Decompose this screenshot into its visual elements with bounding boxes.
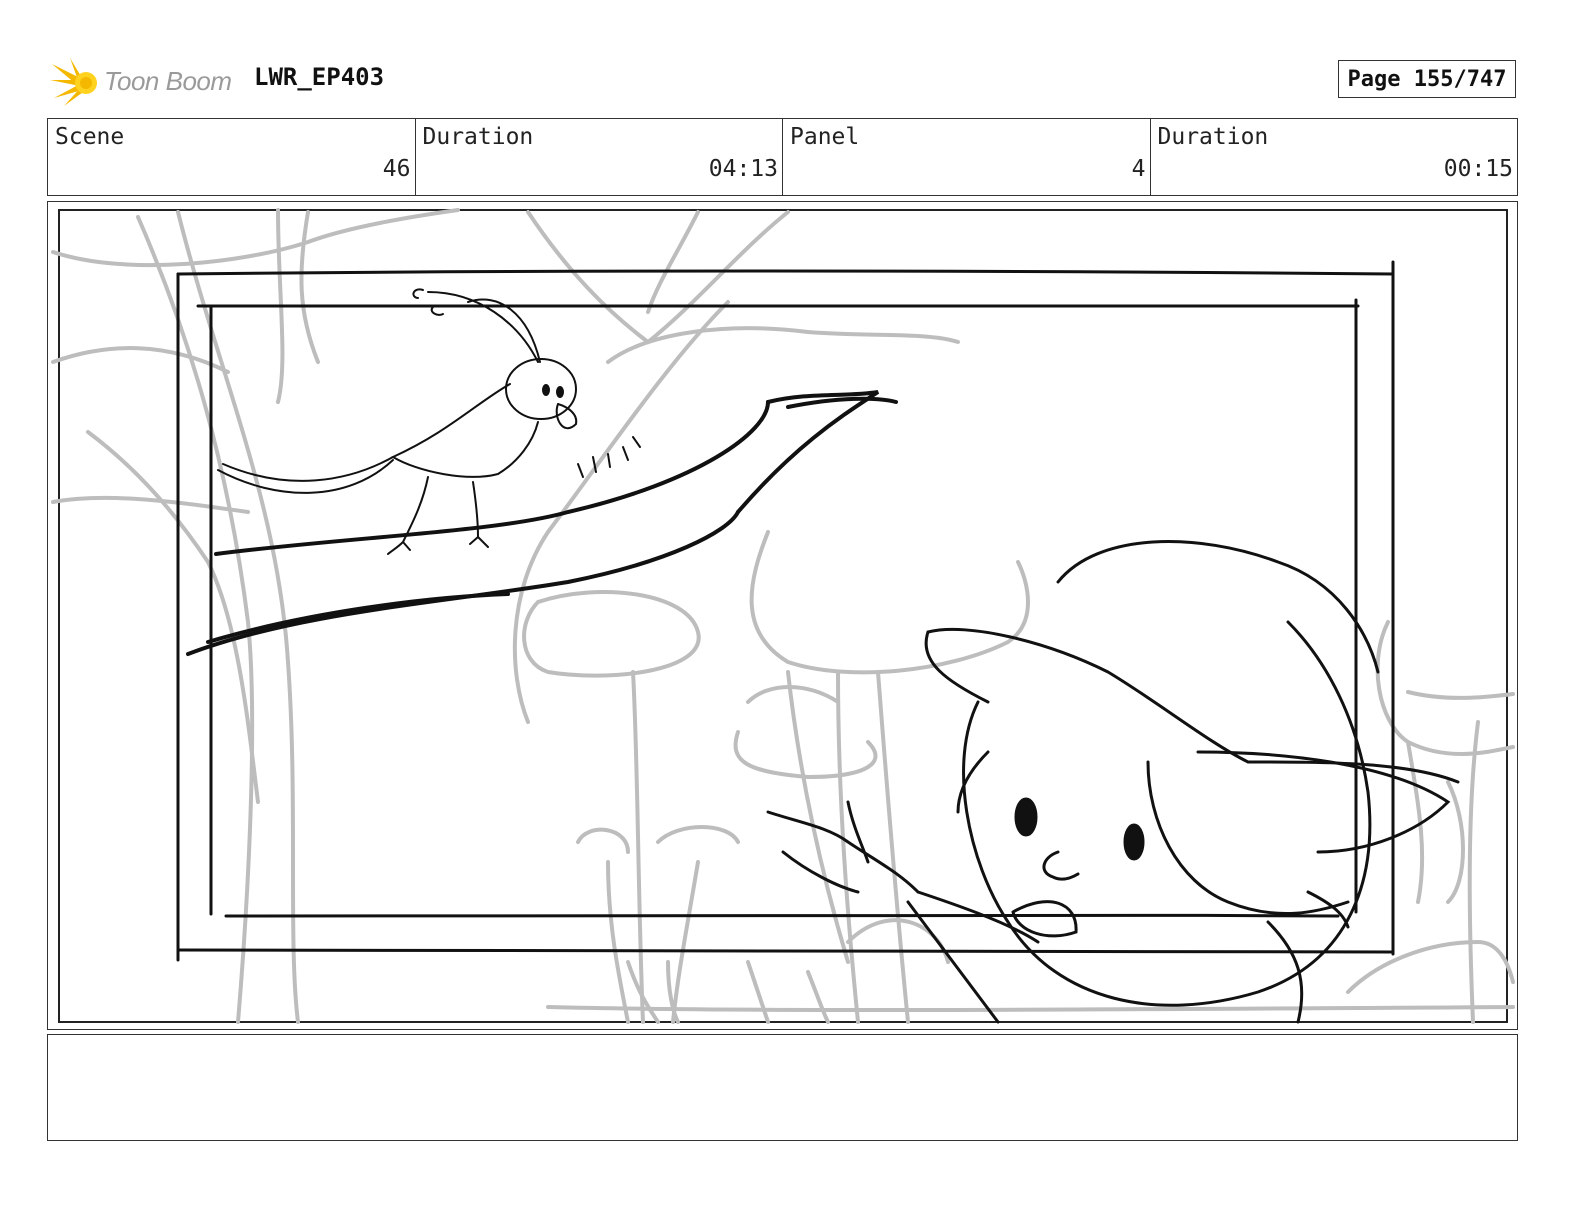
storyboard-sketch <box>51 208 1515 1024</box>
panel-info-row: Scene 46 Duration 04:13 Panel 4 Duration… <box>47 118 1518 196</box>
scene-duration-label: Duration <box>422 124 534 150</box>
panel-duration-label: Duration <box>1157 124 1269 150</box>
sunburst-icon <box>50 58 97 106</box>
panel-duration-value: 00:15 <box>1443 156 1513 182</box>
background-sketch <box>51 208 1515 1024</box>
tree-branch <box>186 390 898 656</box>
panel-value: 4 <box>1131 156 1146 182</box>
storyboard-panel <box>47 201 1518 1030</box>
scene-duration-value: 04:13 <box>708 156 778 182</box>
panel-cell: Panel 4 <box>783 119 1151 195</box>
panel-notes <box>47 1034 1518 1141</box>
panel-duration-cell: Duration 00:15 <box>1151 119 1518 195</box>
image-border <box>58 209 1508 1023</box>
project-title: LWR_EP403 <box>254 63 385 91</box>
scene-cell: Scene 46 <box>48 119 416 195</box>
page-indicator: Page 155/747 <box>1338 60 1516 98</box>
panel-label: Panel <box>790 124 860 150</box>
toon-boom-logo: Toon Boom <box>50 54 240 110</box>
scene-duration-cell: Duration 04:13 <box>416 119 783 195</box>
scene-label: Scene <box>55 124 125 150</box>
scene-value: 46 <box>382 156 411 182</box>
logo-text: Toon Boom <box>104 66 232 96</box>
